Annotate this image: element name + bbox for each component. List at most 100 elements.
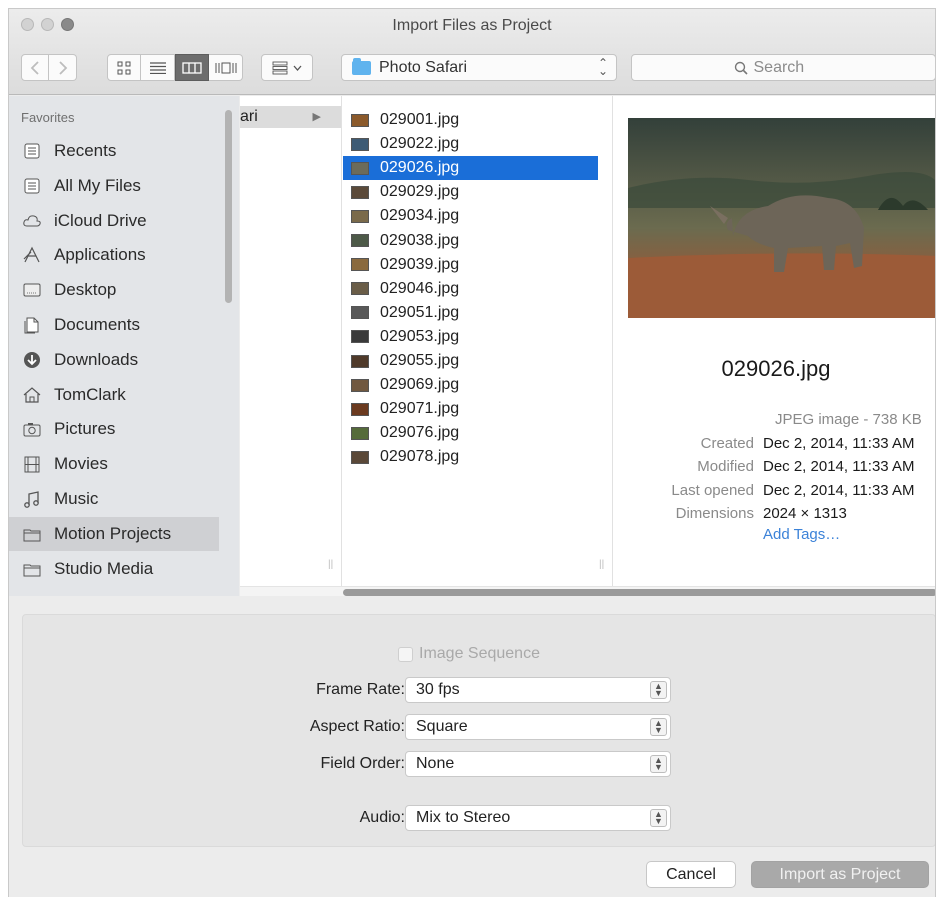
file-name: 029069.jpg (380, 376, 460, 394)
downloads-icon (21, 350, 43, 370)
arrange-button[interactable] (261, 54, 313, 81)
frame-rate-popup[interactable]: 30 fps ▲ ▼ (405, 677, 671, 703)
sidebar-item-applications[interactable]: Applications (9, 238, 219, 272)
image-thumbnail-icon (351, 137, 369, 151)
file-row[interactable]: 029055.jpg (343, 349, 598, 373)
image-thumbnail-icon (351, 426, 369, 440)
list-view-button[interactable] (141, 54, 175, 81)
file-name: 029001.jpg (380, 111, 460, 128)
field-order-popup[interactable]: None ▲ ▼ (405, 751, 671, 777)
list-view-icon (149, 61, 166, 74)
chevron-right-icon (58, 60, 67, 75)
image-thumbnail-icon (351, 330, 369, 344)
metadata-row: Last opened Dec 2, 2014, 11:33 AM (615, 482, 935, 504)
sidebar-item-movies[interactable]: Movies (9, 447, 219, 481)
search-field[interactable] (631, 54, 935, 81)
audio-popup[interactable]: Mix to Stereo ▲ ▼ (405, 805, 671, 831)
column-resize-handle[interactable]: || (599, 559, 604, 570)
column-1-selected-item[interactable]: ari ▶ (240, 106, 341, 128)
horizontal-scrollbar[interactable] (240, 586, 935, 596)
file-row[interactable]: 029053.jpg (343, 325, 598, 349)
recents-icon (21, 141, 43, 161)
updown-arrows-icon: ▲ ▼ (650, 755, 667, 773)
sidebar-item-music[interactable]: Music (9, 482, 219, 516)
file-row[interactable]: 029078.jpg (343, 445, 598, 469)
column-resize-handle[interactable]: || (328, 559, 333, 570)
chevron-left-icon (30, 60, 39, 75)
metadata-value: Dec 2, 2014, 11:33 AM (763, 458, 915, 476)
sidebar-item-label: Motion Projects (54, 523, 172, 543)
file-row[interactable]: 029026.jpg (343, 156, 598, 181)
sidebar-item-recents[interactable]: Recents (9, 134, 219, 168)
column-view-button[interactable] (175, 54, 209, 81)
image-sequence-option: Image Sequence (398, 645, 540, 663)
search-input[interactable] (753, 58, 834, 77)
home-icon (21, 385, 43, 405)
audio-label: Audio: (359, 809, 405, 826)
image-sequence-checkbox[interactable] (398, 646, 413, 662)
file-row[interactable]: 029051.jpg (343, 301, 598, 325)
preview-pane: 029026.jpg JPEG image - 738 KB Created De… (615, 96, 935, 586)
forward-button[interactable] (49, 54, 77, 81)
file-name: 029039.jpg (380, 255, 460, 273)
camera-icon (21, 419, 43, 439)
sidebar-item-downloads[interactable]: Downloads (9, 343, 219, 377)
column-browser: ari ▶ || 029001.jpg 029022.jpg 029026.jpg 0… (240, 96, 935, 596)
aspect-ratio-popup[interactable]: Square ▲ ▼ (405, 714, 671, 740)
audio-value: Mix to Stereo (416, 809, 511, 826)
arrange-grid-icon (272, 61, 288, 74)
preview-file-kind: JPEG image - 738 KB (775, 411, 922, 428)
image-thumbnail-icon (351, 161, 369, 175)
import-as-project-button[interactable]: Import as Project (751, 861, 929, 888)
sidebar-item-studio-media[interactable]: Studio Media (9, 552, 219, 586)
file-name: 029026.jpg (380, 159, 460, 177)
icon-view-button[interactable] (107, 54, 141, 81)
sidebar-item-documents[interactable]: Documents (9, 308, 219, 342)
sidebar-item-label: Music (54, 489, 99, 508)
file-name: 029029.jpg (380, 183, 460, 201)
image-thumbnail-icon (351, 354, 369, 368)
metadata-label: Created (700, 435, 754, 452)
sidebar-item-all-my-files[interactable]: All My Files (9, 169, 219, 203)
file-row[interactable]: 029069.jpg (343, 373, 598, 397)
path-popup[interactable]: Photo Safari ⌃ ⌄ (341, 54, 617, 81)
folder-icon (352, 57, 371, 75)
file-row[interactable]: 029039.jpg (343, 253, 598, 277)
image-thumbnail-icon (351, 450, 369, 464)
sidebar-item-label: Movies (54, 454, 108, 474)
sidebar-item-label: Desktop (54, 280, 117, 300)
cancel-button[interactable]: Cancel (646, 861, 736, 888)
file-row[interactable]: 029034.jpg (343, 204, 598, 228)
back-button[interactable] (21, 54, 49, 81)
chevron-down-icon (293, 65, 302, 71)
cover-flow-button[interactable] (209, 54, 243, 81)
sidebar-item-icloud-drive[interactable]: iCloud Drive (9, 204, 219, 238)
file-name: 029022.jpg (380, 135, 460, 153)
horizontal-scroll-thumb[interactable] (343, 589, 935, 596)
file-name: 029053.jpg (380, 327, 460, 345)
file-row[interactable]: 029071.jpg (343, 397, 598, 421)
sidebar-item-motion-projects[interactable]: Motion Projects (9, 516, 219, 551)
file-row[interactable]: 029029.jpg (343, 180, 598, 204)
updown-arrows-icon: ▲ ▼ (650, 809, 667, 827)
preview-file-name: 029026.jpg (721, 356, 831, 381)
file-row[interactable]: 029038.jpg (343, 229, 598, 253)
sidebar-item-desktop[interactable]: Desktop (9, 273, 219, 307)
metadata-value: Dec 2, 2014, 11:33 AM (763, 435, 915, 452)
image-thumbnail-icon (351, 402, 369, 416)
image-thumbnail-icon (351, 185, 369, 199)
file-row[interactable]: 029001.jpg (343, 108, 598, 132)
metadata-row: Dimensions 2024 × 1313 (615, 504, 935, 527)
metadata-label: Dimensions (675, 504, 754, 522)
sidebar-item-pictures[interactable]: Pictures (9, 412, 219, 446)
metadata-row: Created Dec 2, 2014, 11:33 AM (615, 435, 935, 457)
file-row[interactable]: 029022.jpg (343, 132, 598, 156)
all-files-icon (21, 176, 43, 196)
sidebar-item-tomclark[interactable]: TomClark (9, 378, 219, 412)
file-row[interactable]: 029076.jpg (343, 421, 598, 445)
sidebar-scrollbar[interactable] (225, 110, 232, 303)
add-tags-link[interactable]: Add Tags… (763, 526, 840, 543)
sidebar-item-inception-motio[interactable]: Inception Motio (9, 586, 219, 596)
file-row[interactable]: 029046.jpg (343, 277, 598, 301)
sidebar-item-label: Recents (54, 141, 117, 160)
